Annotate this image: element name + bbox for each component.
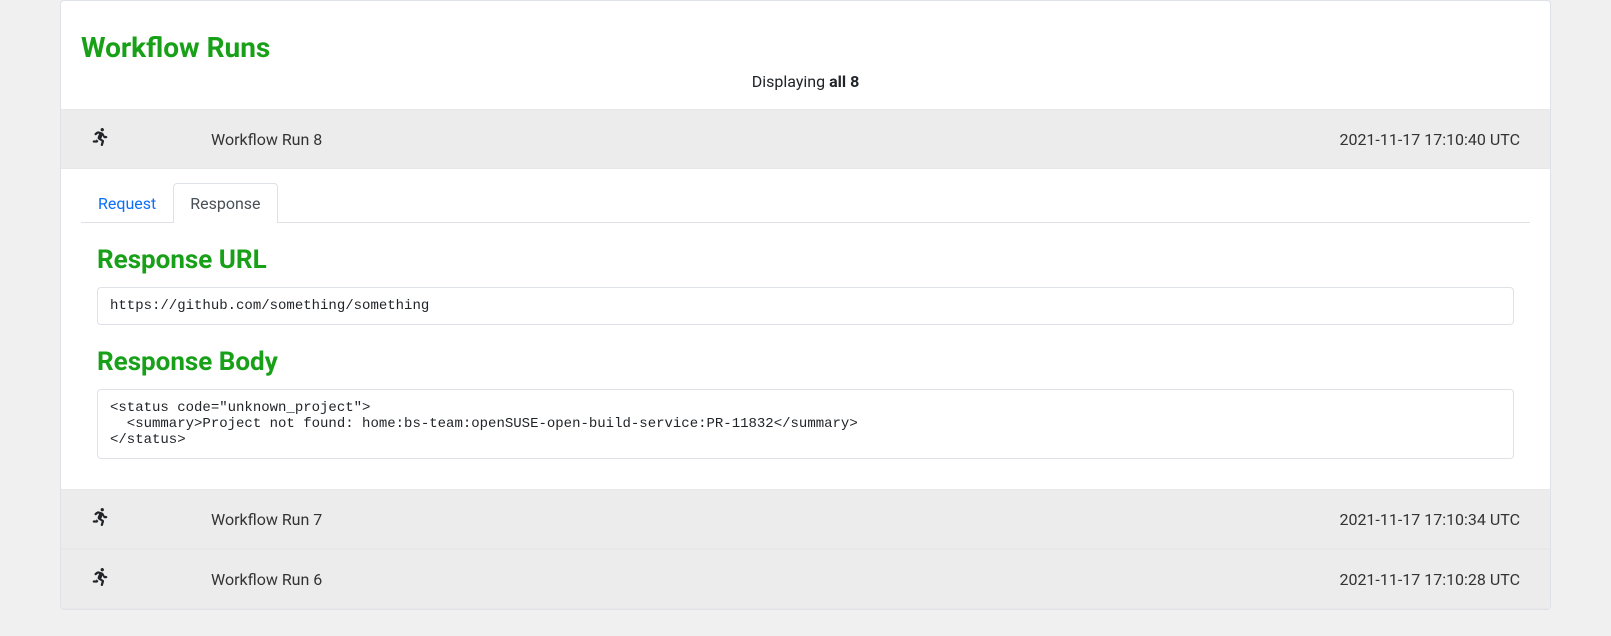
running-icon [91, 508, 211, 530]
run-header[interactable]: Workflow Run 7 2021-11-17 17:10:34 UTC [61, 489, 1550, 549]
run-name: Workflow Run 8 [211, 130, 1339, 149]
response-body-heading: Response Body [97, 347, 1514, 377]
run-name: Workflow Run 7 [211, 510, 1339, 529]
run-header[interactable]: Workflow Run 8 2021-11-17 17:10:40 UTC [61, 109, 1550, 169]
run-name: Workflow Run 6 [211, 570, 1339, 589]
display-count-bold: all 8 [829, 72, 859, 91]
run-timestamp: 2021-11-17 17:10:28 UTC [1339, 570, 1520, 589]
tab-list: Request Response [81, 183, 1530, 223]
running-icon [91, 568, 211, 590]
response-url-value: https://github.com/something/something [97, 287, 1514, 325]
run-timestamp: 2021-11-17 17:10:34 UTC [1339, 510, 1520, 529]
display-count: Displaying all 8 [61, 64, 1550, 109]
response-url-heading: Response URL [97, 245, 1514, 275]
display-count-prefix: Displaying [752, 72, 829, 91]
response-body-value: <status code="unknown_project"> <summary… [97, 389, 1514, 459]
page-title: Workflow Runs [61, 21, 1550, 64]
run-header[interactable]: Workflow Run 6 2021-11-17 17:10:28 UTC [61, 549, 1550, 609]
tab-request[interactable]: Request [81, 183, 173, 223]
running-icon [91, 128, 211, 150]
run-list: Workflow Run 8 2021-11-17 17:10:40 UTC R… [61, 109, 1550, 609]
tab-response[interactable]: Response [173, 183, 277, 223]
run-timestamp: 2021-11-17 17:10:40 UTC [1339, 130, 1520, 149]
workflow-runs-card: Workflow Runs Displaying all 8 Workflow … [60, 0, 1551, 610]
run-body: Request Response Response URL https://gi… [61, 183, 1550, 489]
